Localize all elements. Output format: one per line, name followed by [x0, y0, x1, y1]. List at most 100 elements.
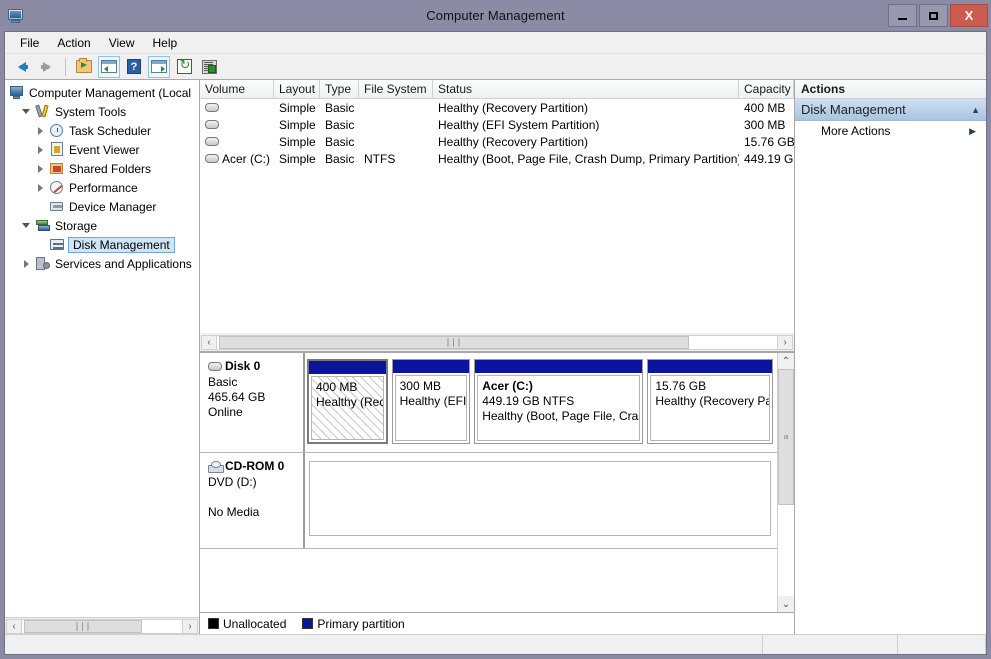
cell-volume: Acer (C:) — [200, 152, 274, 166]
cell-layout: Simple — [279, 117, 316, 132]
partition-efi-300mb[interactable]: 300 MB Healthy (EFI — [391, 359, 471, 444]
chevron-right-icon[interactable] — [33, 121, 47, 140]
disk-info-cdrom0[interactable]: CD-ROM 0 DVD (D:) No Media — [200, 453, 305, 548]
tree-horizontal-scrollbar[interactable]: ‹ ∣∣∣ › — [5, 617, 199, 634]
actions-group-disk-management[interactable]: Disk Management ▲ — [795, 99, 986, 121]
tree-item-task-scheduler[interactable]: Task Scheduler — [5, 121, 199, 140]
scroll-up-arrow-icon[interactable]: ⌃ — [778, 353, 794, 369]
column-header-layout[interactable]: Layout — [274, 80, 320, 98]
performance-icon — [49, 180, 65, 195]
export-list-icon[interactable] — [198, 56, 220, 78]
action-more-actions[interactable]: More Actions ▶ — [795, 121, 986, 141]
client-area: File Action View Help ? ↻ Computer Manag… — [4, 31, 987, 655]
partition-body: 300 MB Healthy (EFI — [394, 375, 468, 441]
disk-type: DVD (D:) — [208, 475, 257, 489]
disk-name-label: Disk 0 — [225, 359, 261, 373]
tree-item-system-tools[interactable]: System Tools — [5, 102, 199, 121]
help-icon[interactable]: ? — [123, 56, 145, 78]
chevron-right-icon[interactable] — [19, 254, 33, 273]
tree-item-event-viewer[interactable]: Event Viewer — [5, 140, 199, 159]
actions-pane: Actions Disk Management ▲ More Actions ▶ — [794, 80, 986, 634]
window-controls: X — [886, 4, 988, 27]
cell-type: Basic — [325, 151, 355, 166]
scroll-thumb[interactable]: ∣∣∣ — [219, 335, 689, 349]
menu-action[interactable]: Action — [48, 33, 99, 53]
tree-item-device-manager[interactable]: Device Manager — [5, 197, 199, 216]
disk-view-vertical-scrollbar[interactable]: ⌃ ≡ ⌄ — [777, 353, 794, 612]
table-row[interactable]: Simple Basic Healthy (Recovery Partition… — [200, 99, 794, 116]
column-header-file-system[interactable]: File System — [359, 80, 433, 98]
scroll-track[interactable]: ∣∣∣ — [22, 618, 182, 634]
tree-item-services-and-applications[interactable]: Services and Applications — [5, 254, 199, 273]
table-row[interactable]: Simple Basic Healthy (Recovery Partition… — [200, 133, 794, 150]
shared-folders-icon — [49, 161, 65, 176]
partition-status: Healthy (Recovery Part — [655, 394, 770, 408]
up-one-level-icon[interactable] — [73, 56, 95, 78]
tree-item-shared-folders[interactable]: Shared Folders — [5, 159, 199, 178]
legend-swatch-primary — [302, 618, 314, 629]
column-header-volume[interactable]: Volume — [200, 80, 274, 98]
scroll-right-arrow-icon[interactable]: › — [182, 618, 198, 634]
cell-type: Basic — [325, 117, 355, 132]
disk-rows: Disk 0 Basic 465.64 GB Online 400 MB Hea… — [200, 353, 777, 612]
cell-status: Healthy (Recovery Partition) — [438, 134, 589, 149]
storage-icon — [35, 218, 51, 233]
menu-help[interactable]: Help — [144, 33, 187, 53]
cell-volume — [200, 103, 274, 112]
chevron-right-icon[interactable] — [33, 159, 47, 178]
cdrom-icon — [208, 460, 224, 473]
back-arrow-icon[interactable] — [11, 56, 33, 78]
status-bar — [5, 634, 986, 654]
disk-title: CD-ROM 0 — [208, 459, 297, 473]
chevron-down-icon[interactable] — [19, 216, 33, 235]
scroll-left-arrow-icon[interactable]: ‹ — [201, 334, 217, 350]
disk-icon — [208, 361, 222, 371]
chevron-up-icon[interactable]: ▲ — [971, 105, 980, 115]
status-segment-main — [5, 635, 763, 654]
menu-file[interactable]: File — [11, 33, 48, 53]
tree-item-computer-management[interactable]: Computer Management (Local — [5, 83, 199, 102]
column-header-capacity[interactable]: Capacity — [739, 80, 794, 98]
legend-item-unallocated: Unallocated — [208, 617, 286, 631]
show-hide-console-tree-icon[interactable] — [98, 55, 120, 78]
disk-info-disk0[interactable]: Disk 0 Basic 465.64 GB Online — [200, 353, 305, 452]
partition-recovery-15gb[interactable]: 15.76 GB Healthy (Recovery Part — [647, 359, 773, 444]
cell-status: Healthy (EFI System Partition) — [438, 117, 600, 132]
menu-view[interactable]: View — [100, 33, 144, 53]
scroll-track[interactable]: ≡ — [778, 369, 794, 596]
forward-arrow-icon[interactable] — [36, 56, 58, 78]
scroll-right-arrow-icon[interactable]: › — [777, 334, 793, 350]
tree-item-performance[interactable]: Performance — [5, 178, 199, 197]
drive-icon — [205, 103, 219, 112]
scroll-thumb[interactable]: ∣∣∣ — [24, 619, 142, 633]
column-header-status[interactable]: Status — [433, 80, 739, 98]
actions-group-label: Disk Management — [801, 102, 906, 117]
table-row[interactable]: Simple Basic Healthy (EFI System Partiti… — [200, 116, 794, 133]
cdrom-empty-slot[interactable] — [309, 461, 771, 536]
tree-item-disk-management[interactable]: Disk Management — [5, 235, 199, 254]
volume-list-horizontal-scrollbar[interactable]: ‹ ∣∣∣ › — [200, 333, 794, 351]
minimize-button[interactable] — [888, 4, 917, 27]
close-button[interactable]: X — [950, 4, 988, 27]
disk-title: Disk 0 — [208, 359, 297, 373]
chevron-right-icon[interactable] — [33, 140, 47, 159]
partition-acer-c[interactable]: Acer (C:) 449.19 GB NTFS Healthy (Boot, … — [474, 359, 644, 444]
scroll-track[interactable]: ∣∣∣ — [217, 334, 777, 350]
menu-bar: File Action View Help — [5, 32, 986, 54]
chevron-down-icon[interactable] — [19, 102, 33, 121]
refresh-icon[interactable] — [173, 56, 195, 78]
table-row[interactable]: Acer (C:) Simple Basic NTFS Healthy (Boo… — [200, 150, 794, 167]
column-header-type[interactable]: Type — [320, 80, 359, 98]
scroll-thumb[interactable]: ≡ — [778, 369, 794, 506]
tree-item-storage[interactable]: Storage — [5, 216, 199, 235]
tree-item-label: Event Viewer — [69, 142, 140, 157]
maximize-button[interactable] — [919, 4, 948, 27]
partition-color-bar — [309, 361, 386, 374]
scroll-down-arrow-icon[interactable]: ⌄ — [778, 596, 794, 612]
scroll-left-arrow-icon[interactable]: ‹ — [6, 618, 22, 634]
chevron-right-icon[interactable] — [33, 178, 47, 197]
disk-state: Online — [208, 405, 243, 419]
show-hide-action-pane-icon[interactable] — [148, 55, 170, 78]
partition-recovery-400mb[interactable]: 400 MB Healthy (Rec — [307, 359, 388, 444]
tools-icon — [35, 104, 51, 119]
